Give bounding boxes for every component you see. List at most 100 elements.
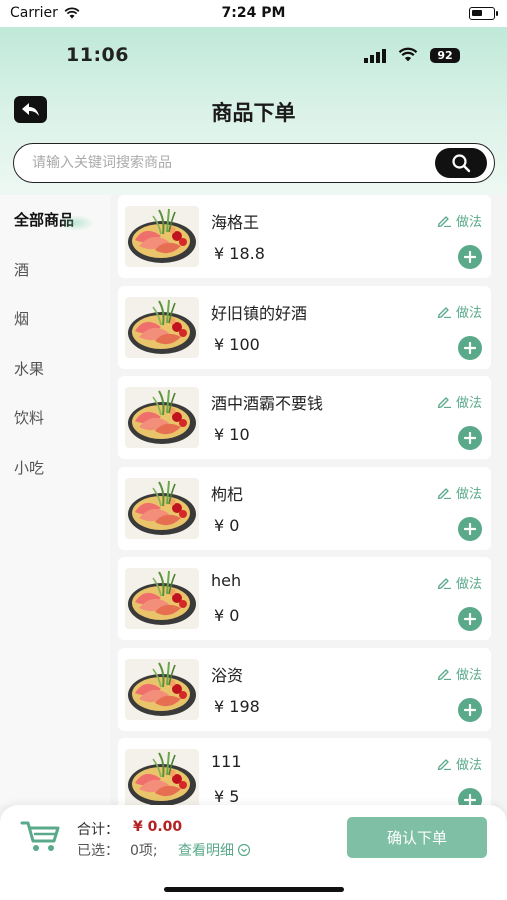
product-image	[125, 206, 199, 267]
total-label: 合计：	[77, 822, 119, 838]
add-to-cart-button[interactable]	[458, 607, 482, 631]
selected-label: 已选：	[77, 843, 119, 859]
search-button[interactable]	[435, 148, 487, 178]
cart-icon[interactable]	[20, 820, 62, 854]
recipe-link[interactable]: 做法	[437, 302, 482, 321]
product-image	[125, 568, 199, 629]
product-name: 好旧镇的好酒	[211, 303, 308, 323]
edit-icon	[437, 216, 451, 227]
plus-icon	[464, 251, 476, 263]
category-drinks[interactable]: 饮料	[0, 393, 110, 443]
product-price: ¥ 0	[214, 515, 240, 535]
product-image	[125, 296, 199, 358]
header: 11:06 92 商品下单	[0, 27, 507, 195]
category-liquor[interactable]: 酒	[0, 245, 110, 295]
product-price: ¥ 0	[214, 606, 240, 625]
add-to-cart-button[interactable]	[458, 426, 482, 450]
recipe-link[interactable]: 做法	[437, 392, 482, 411]
plus-icon	[464, 432, 476, 444]
product-card[interactable]: 111 ¥ 5 做法	[118, 738, 491, 805]
plus-icon	[464, 341, 476, 354]
product-price: ¥ 10	[214, 425, 250, 444]
product-price: ¥ 5	[214, 787, 240, 805]
add-to-cart-button[interactable]	[458, 335, 482, 360]
search-icon	[452, 154, 471, 173]
recipe-link[interactable]: 做法	[437, 483, 482, 502]
search-input[interactable]	[32, 152, 432, 174]
simulator-time: 7:24 PM	[221, 5, 286, 21]
plus-icon	[464, 703, 476, 716]
plus-icon	[464, 794, 476, 805]
wifi-icon	[398, 47, 418, 62]
simulator-status-bar: Carrier 7:24 PM	[0, 0, 507, 27]
recipe-label: 做法	[455, 215, 482, 230]
edit-icon	[437, 578, 451, 589]
product-card[interactable]: 好旧镇的好酒 ¥ 100 做法	[118, 285, 491, 369]
category-sidebar: 全部商品 酒 烟 水果 饮料 小吃	[0, 195, 110, 805]
recipe-link[interactable]: 做法	[437, 211, 482, 230]
app-time: 11:06	[66, 44, 129, 66]
app-status-bar: 11:06 92	[0, 39, 507, 69]
product-image	[125, 658, 199, 720]
product-name: 枸杞	[211, 484, 244, 504]
category-label: 酒	[14, 260, 30, 279]
add-to-cart-button[interactable]	[458, 697, 482, 722]
plus-icon	[464, 613, 476, 625]
product-list: 海格王 ¥ 18.8 做法 好旧镇的好酒 ¥ 100 做法 酒中酒霸不要钱 ¥ …	[118, 195, 491, 805]
recipe-label: 做法	[455, 305, 482, 321]
recipe-label: 做法	[455, 577, 482, 592]
product-name: 浴资	[211, 665, 244, 685]
product-card[interactable]: heh ¥ 0 做法	[118, 557, 491, 640]
recipe-label: 做法	[455, 758, 482, 773]
product-name: heh	[211, 571, 242, 590]
category-label: 烟	[14, 310, 30, 329]
add-to-cart-button[interactable]	[458, 788, 482, 805]
product-image	[125, 749, 199, 805]
product-card[interactable]: 酒中酒霸不要钱 ¥ 10 做法	[118, 376, 491, 459]
battery-level: 92	[430, 48, 460, 63]
product-image	[125, 387, 199, 448]
view-details-label: 查看明细	[178, 843, 234, 859]
signal-icon	[364, 49, 386, 63]
edit-icon	[437, 668, 451, 680]
add-to-cart-button[interactable]	[458, 516, 482, 541]
product-name: 酒中酒霸不要钱	[211, 394, 324, 413]
product-price: ¥ 100	[214, 334, 260, 354]
selected-count: 0项;	[130, 843, 158, 859]
view-details-link[interactable]: 查看明细	[178, 840, 251, 860]
nav-bar: 商品下单	[0, 95, 507, 127]
plus-icon	[464, 522, 476, 535]
product-image	[125, 477, 199, 539]
product-card[interactable]: 枸杞 ¥ 0 做法	[118, 466, 491, 550]
category-all[interactable]: 全部商品	[0, 195, 110, 245]
category-tobacco[interactable]: 烟	[0, 294, 110, 344]
search-bar	[13, 143, 495, 183]
product-price: ¥ 18.8	[214, 244, 265, 263]
confirm-order-button[interactable]: 确认下单	[347, 817, 487, 858]
recipe-label: 做法	[455, 396, 482, 411]
active-indicator	[58, 215, 94, 231]
product-name: 海格王	[211, 213, 260, 232]
edit-icon	[437, 397, 451, 408]
edit-icon	[437, 759, 451, 770]
category-snacks[interactable]: 小吃	[0, 443, 110, 493]
recipe-link[interactable]: 做法	[437, 754, 482, 773]
category-label: 饮料	[14, 409, 45, 428]
category-fruit[interactable]: 水果	[0, 344, 110, 394]
home-indicator	[164, 887, 344, 892]
chevron-down-icon	[237, 843, 251, 857]
add-to-cart-button[interactable]	[458, 245, 482, 269]
recipe-label: 做法	[455, 667, 482, 683]
recipe-link[interactable]: 做法	[437, 573, 482, 592]
product-card[interactable]: 浴资 ¥ 198 做法	[118, 647, 491, 731]
recipe-label: 做法	[455, 486, 482, 502]
edit-icon	[437, 487, 451, 499]
product-price: ¥ 198	[214, 696, 260, 716]
product-name: 111	[211, 752, 242, 771]
product-card[interactable]: 海格王 ¥ 18.8 做法	[118, 195, 491, 278]
recipe-link[interactable]: 做法	[437, 664, 482, 683]
category-label: 水果	[14, 359, 45, 378]
category-label: 小吃	[14, 458, 45, 477]
edit-icon	[437, 306, 451, 318]
page-title: 商品下单	[211, 101, 296, 125]
